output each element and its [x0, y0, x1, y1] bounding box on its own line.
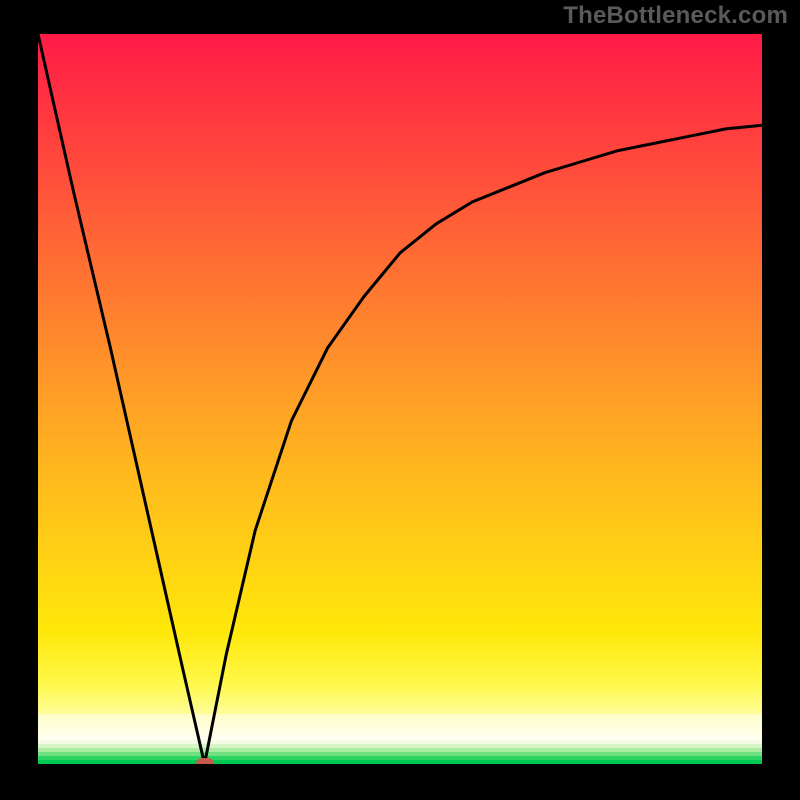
optimum-marker: [196, 758, 214, 764]
chart-frame: TheBottleneck.com: [0, 0, 800, 800]
watermark-text: TheBottleneck.com: [563, 2, 788, 30]
plot-area: [38, 34, 762, 764]
curve-svg: [38, 34, 762, 764]
bottleneck-curve: [38, 34, 762, 764]
